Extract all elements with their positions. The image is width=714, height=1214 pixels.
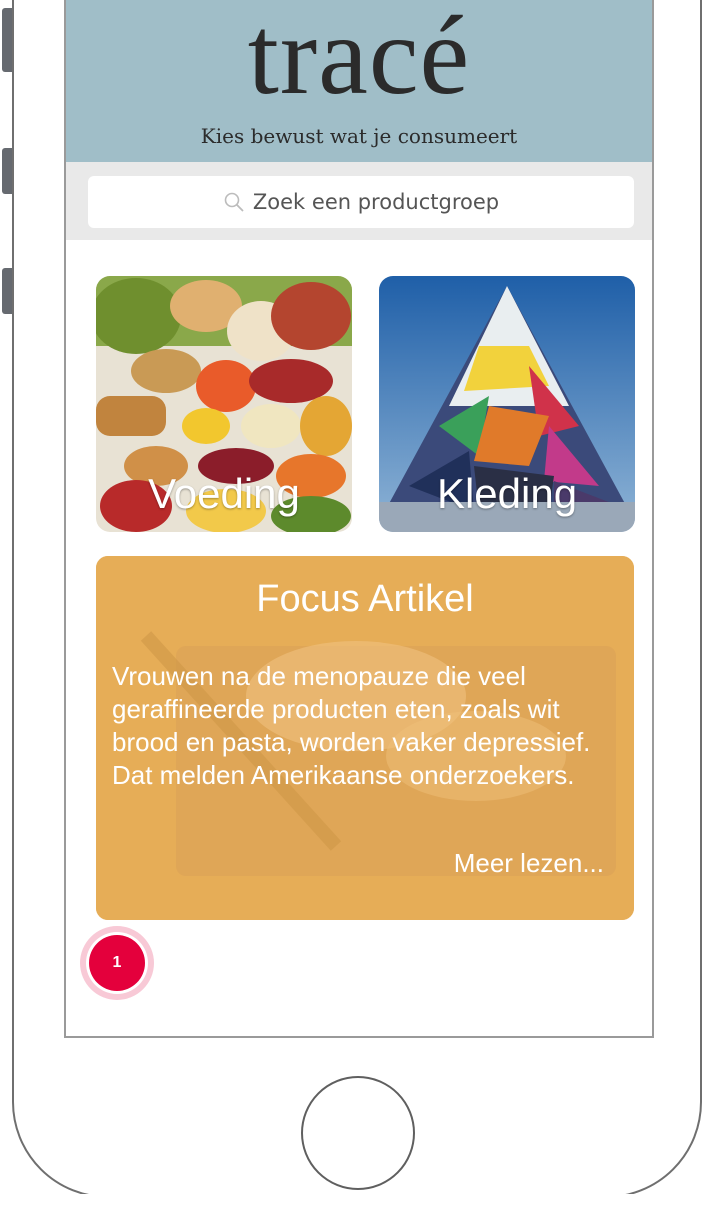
app-header: tracé Kies bewust wat je consumeert [66,0,652,162]
search-icon [224,192,244,212]
brand-logo: tracé [247,0,471,118]
read-more-link[interactable]: Meer lezen... [454,848,604,879]
focus-article-card[interactable]: Focus Artikel Vrouwen na de menopauze di… [96,556,634,920]
home-button[interactable] [301,1076,415,1190]
category-label: Voeding [148,470,300,517]
category-tile-voeding[interactable]: Voeding [96,276,352,532]
focus-title: Focus Artikel [256,578,474,620]
tagline: Kies bewust wat je consumeert [200,124,518,148]
search-placeholder: Zoek een productgroep [252,190,500,214]
search-bar: Zoek een productgroep [66,162,652,240]
frame-crop [0,1194,714,1214]
focus-body: Vrouwen na de menopauze die veel geraffi… [112,661,591,790]
search-input[interactable]: Zoek een productgroep [88,176,634,228]
mute-switch [2,8,12,72]
app-screen: tracé Kies bewust wat je consumeert Zoek… [64,0,654,1038]
category-tile-kleding[interactable]: Kleding [379,276,635,532]
category-label: Kleding [436,470,578,517]
notification-badge[interactable]: 1 [89,935,145,991]
volume-down-button [2,268,12,314]
volume-up-button [2,148,12,194]
